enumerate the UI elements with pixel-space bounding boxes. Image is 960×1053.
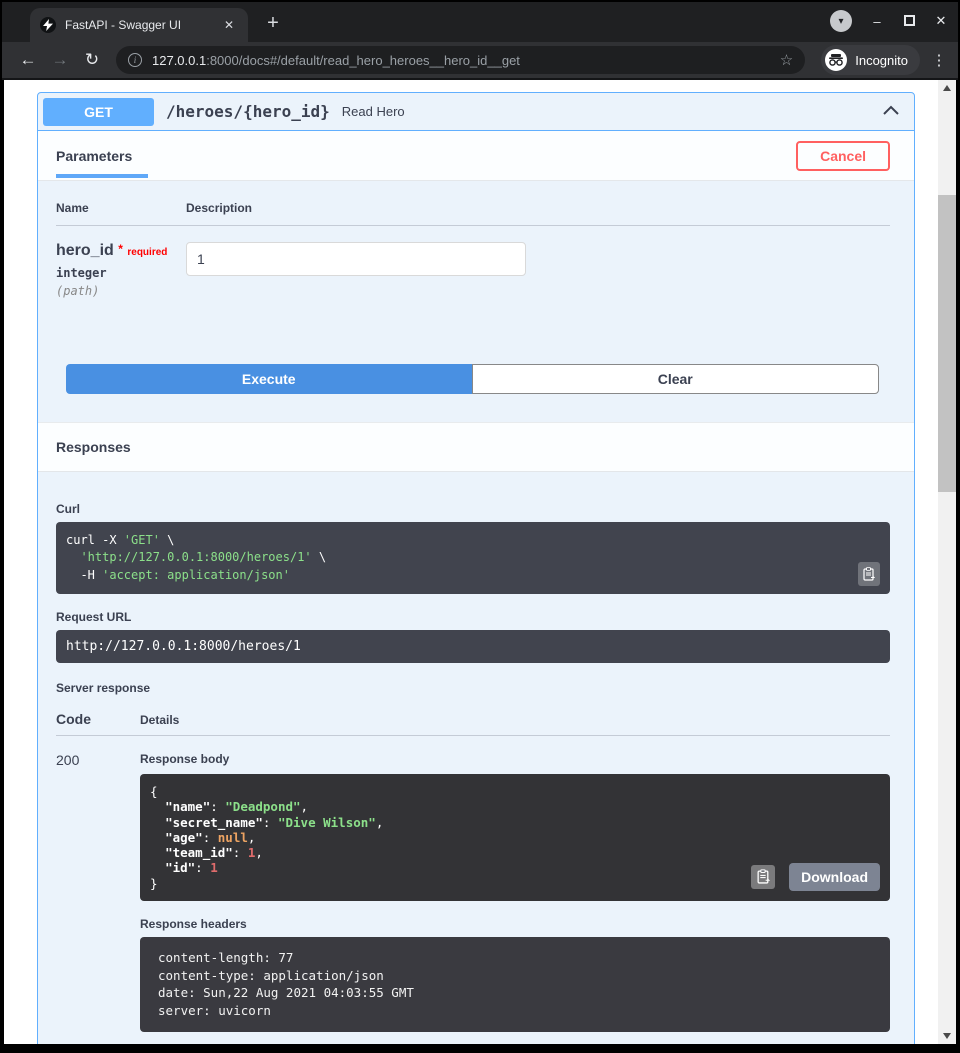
url-text[interactable]: 127.0.0.1:8000/docs#/default/read_hero_h… (152, 53, 520, 68)
tab-parameters[interactable]: Parameters (56, 134, 148, 178)
http-method-badge: GET (43, 98, 154, 126)
tab-search-icon[interactable]: ▾ (830, 10, 852, 32)
back-button[interactable]: ← (12, 50, 44, 70)
tab-title: FastAPI - Swagger UI (65, 18, 220, 32)
parameters-table: Name Description hero_id * required inte… (38, 181, 914, 344)
incognito-label: Incognito (855, 53, 908, 68)
execute-row: Execute Clear (38, 344, 914, 422)
parameters-section-header: Parameters Cancel (38, 131, 914, 181)
opblock-get-hero: GET /heroes/{hero_id} Read Hero Paramete… (37, 92, 915, 1044)
details-column-header: Details (140, 713, 179, 727)
header-line: date: Sun,22 Aug 2021 04:03:55 GMT (158, 984, 880, 1002)
browser-menu-icon[interactable]: ⋮ (930, 51, 948, 69)
param-name: hero_id * required (56, 242, 186, 260)
scroll-down-icon[interactable] (938, 1028, 956, 1044)
fastapi-favicon-icon (40, 17, 56, 33)
cancel-button[interactable]: Cancel (796, 141, 890, 171)
copy-response-icon[interactable] (751, 865, 775, 889)
copy-curl-icon[interactable] (858, 562, 880, 586)
column-header-name: Name (56, 201, 186, 215)
curl-label: Curl (56, 502, 890, 516)
browser-tab[interactable]: FastAPI - Swagger UI ✕ (30, 8, 248, 42)
curl-block: curl -X 'GET' \ 'http://127.0.0.1:8000/h… (56, 522, 890, 594)
required-asterisk: * (118, 242, 123, 256)
clear-button[interactable]: Clear (472, 364, 880, 394)
response-headers-block: content-length: 77 content-type: applica… (140, 937, 890, 1032)
param-location: (path) (56, 284, 186, 298)
incognito-badge: Incognito (821, 45, 920, 75)
page-content: GET /heroes/{hero_id} Read Hero Paramete… (4, 80, 938, 1044)
operation-path: /heroes/{hero_id} (166, 102, 330, 121)
minimize-button[interactable]: – (870, 14, 884, 29)
hero-id-input[interactable] (186, 242, 526, 276)
header-line: content-type: application/json (158, 967, 880, 985)
response-body-block: { "name": "Deadpond", "secret_name": "Di… (140, 774, 890, 901)
server-response-row: 200 Response body { "name": "Deadpond", … (56, 736, 890, 1032)
tab-strip: FastAPI - Swagger UI ✕ + ▾ – ✕ (2, 2, 958, 42)
response-headers-label: Response headers (140, 917, 890, 931)
request-url-label: Request URL (56, 610, 890, 624)
operation-summary[interactable]: GET /heroes/{hero_id} Read Hero (38, 93, 914, 131)
browser-toolbar: ← → ↻ i 127.0.0.1:8000/docs#/default/rea… (2, 42, 958, 80)
header-line: server: uvicorn (158, 1002, 880, 1020)
scrollbar-thumb[interactable] (938, 195, 956, 492)
column-header-description: Description (186, 201, 252, 215)
incognito-icon (825, 49, 847, 71)
parameter-row: hero_id * required integer (path) (56, 226, 890, 344)
status-code: 200 (56, 752, 140, 1032)
bookmark-star-icon[interactable]: ☆ (780, 51, 793, 69)
page-scrollbar[interactable] (938, 80, 956, 1044)
code-column-header: Code (56, 711, 140, 727)
download-button[interactable]: Download (789, 863, 880, 891)
scroll-up-icon[interactable] (938, 80, 956, 96)
response-body-label: Response body (140, 752, 890, 766)
url-bar[interactable]: i 127.0.0.1:8000/docs#/default/read_hero… (116, 46, 805, 74)
request-url-value: http://127.0.0.1:8000/heroes/1 (56, 630, 890, 663)
page-info-icon[interactable]: i (128, 53, 142, 67)
new-tab-button[interactable]: + (260, 12, 286, 35)
collapse-chevron-icon[interactable] (882, 103, 900, 121)
execute-button[interactable]: Execute (66, 364, 472, 394)
required-label: required (127, 247, 167, 258)
forward-button[interactable]: → (44, 50, 76, 70)
server-response-label: Server response (56, 681, 890, 695)
close-button[interactable]: ✕ (934, 13, 948, 29)
operation-description: Read Hero (342, 104, 405, 119)
param-type: integer (56, 266, 186, 280)
reload-button[interactable]: ↻ (76, 50, 108, 70)
responses-section-header: Responses (38, 422, 914, 472)
header-line: content-length: 77 (158, 949, 880, 967)
tab-close-icon[interactable]: ✕ (220, 16, 238, 34)
maximize-button[interactable] (904, 15, 915, 26)
browser-window: FastAPI - Swagger UI ✕ + ▾ – ✕ ← → ↻ i 1… (0, 0, 960, 1053)
